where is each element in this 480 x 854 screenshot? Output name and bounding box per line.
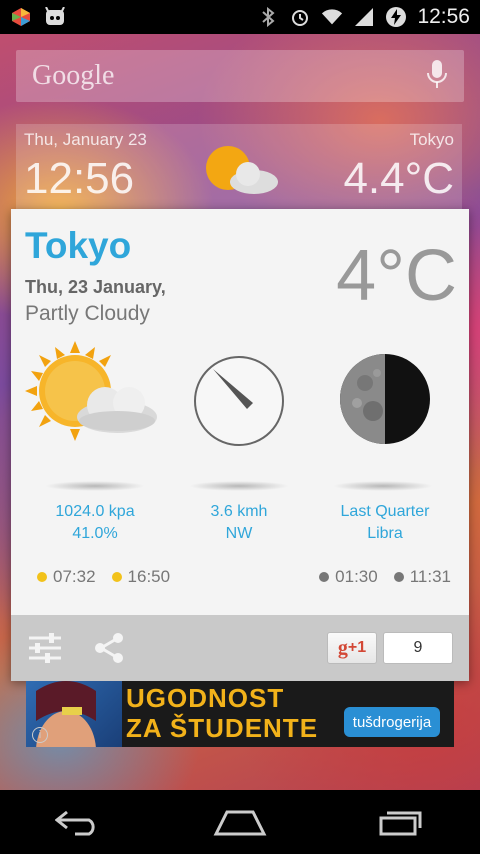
- ad-headline-1: UGODNOST: [126, 683, 285, 713]
- sun-times: 07:32 16:50: [37, 567, 170, 587]
- weather-condition: Partly Cloudy: [25, 302, 150, 325]
- wind-info: 3.6 kmh NW: [159, 501, 319, 545]
- moonset-icon: [393, 572, 404, 582]
- navigation-bar: [0, 790, 480, 854]
- wind-direction-compass-icon: [191, 353, 287, 454]
- widget-time: 12:56: [24, 154, 135, 203]
- moon-phase-slot: [313, 341, 453, 491]
- moon-info: Last Quarter Libra: [305, 501, 465, 545]
- notification-app-icon: [10, 6, 32, 28]
- widget-date: Thu, January 23: [24, 130, 147, 149]
- weather-detail-card: Tokyo Thu, 23 January, Partly Cloudy 4°C: [11, 209, 469, 681]
- google-g-icon: g: [337, 636, 348, 659]
- humidity-value: 41.0%: [72, 525, 118, 542]
- pressure-value: 1024.0 kpa: [55, 503, 135, 520]
- sunset-time: 16:50: [127, 567, 171, 586]
- status-bar: 12:56: [0, 0, 480, 34]
- zodiac-value: Libra: [367, 525, 403, 542]
- back-icon[interactable]: [55, 808, 103, 836]
- moon-phase-value: Last Quarter: [340, 503, 430, 520]
- google-logo: Google: [32, 60, 115, 91]
- moonrise-time: 01:30: [335, 567, 378, 586]
- ad-info-icon[interactable]: i: [32, 727, 48, 743]
- clock-widget[interactable]: Thu, January 23 Tokyo 12:56 4.4°C: [16, 124, 462, 214]
- ad-headline-2: ZA ŠTUDENTE: [126, 713, 319, 743]
- moonrise-icon: [319, 572, 330, 582]
- ad-brand-logo: tušdrogerija: [344, 707, 440, 737]
- signal-icon: [353, 6, 375, 28]
- ad-banner[interactable]: UGODNOST ZA ŠTUDENTE tušdrogerija i: [26, 681, 454, 747]
- partly-cloudy-icon: [196, 142, 286, 207]
- google-plus-one-button[interactable]: g +1: [327, 632, 377, 664]
- widget-temp: 4.4°C: [343, 154, 454, 203]
- sunset-icon: [111, 572, 122, 582]
- moon-times: 01:30 11:31: [319, 567, 451, 587]
- cyanogen-icon: [44, 6, 66, 28]
- weather-date: Thu, 23 January,: [25, 277, 166, 297]
- weather-icon-slot: [25, 341, 165, 491]
- mic-icon[interactable]: [426, 59, 448, 94]
- city-name: Tokyo: [25, 225, 132, 266]
- battery-charging-icon: [385, 6, 407, 28]
- home-icon[interactable]: [213, 808, 267, 836]
- settings-sliders-icon[interactable]: [27, 632, 63, 664]
- plus-one-count: 9: [383, 632, 453, 664]
- wifi-icon: [321, 6, 343, 28]
- current-temperature: 4°C: [336, 236, 457, 316]
- clock-time: 12:56: [417, 5, 470, 28]
- pressure-humidity: 1024.0 kpa 41.0%: [15, 501, 175, 545]
- card-footer: g +1 9: [11, 615, 469, 681]
- partly-cloudy-sun-icon: [25, 341, 165, 456]
- wind-speed-value: 3.6 kmh: [210, 503, 268, 520]
- sunrise-icon: [37, 572, 47, 582]
- plus-one-label: +1: [347, 639, 367, 656]
- sunrise-time: 07:32: [53, 567, 96, 586]
- alarm-icon: [289, 6, 311, 28]
- last-quarter-moon-icon: [339, 353, 431, 450]
- recent-apps-icon[interactable]: [377, 808, 425, 836]
- share-icon[interactable]: [93, 632, 125, 664]
- bluetooth-icon: [257, 6, 279, 28]
- moonset-time: 11:31: [409, 567, 451, 586]
- google-search-bar[interactable]: Google: [16, 50, 464, 102]
- wind-direction-value: NW: [225, 525, 253, 542]
- widget-city: Tokyo: [409, 130, 454, 149]
- wind-compass-slot: [169, 341, 309, 491]
